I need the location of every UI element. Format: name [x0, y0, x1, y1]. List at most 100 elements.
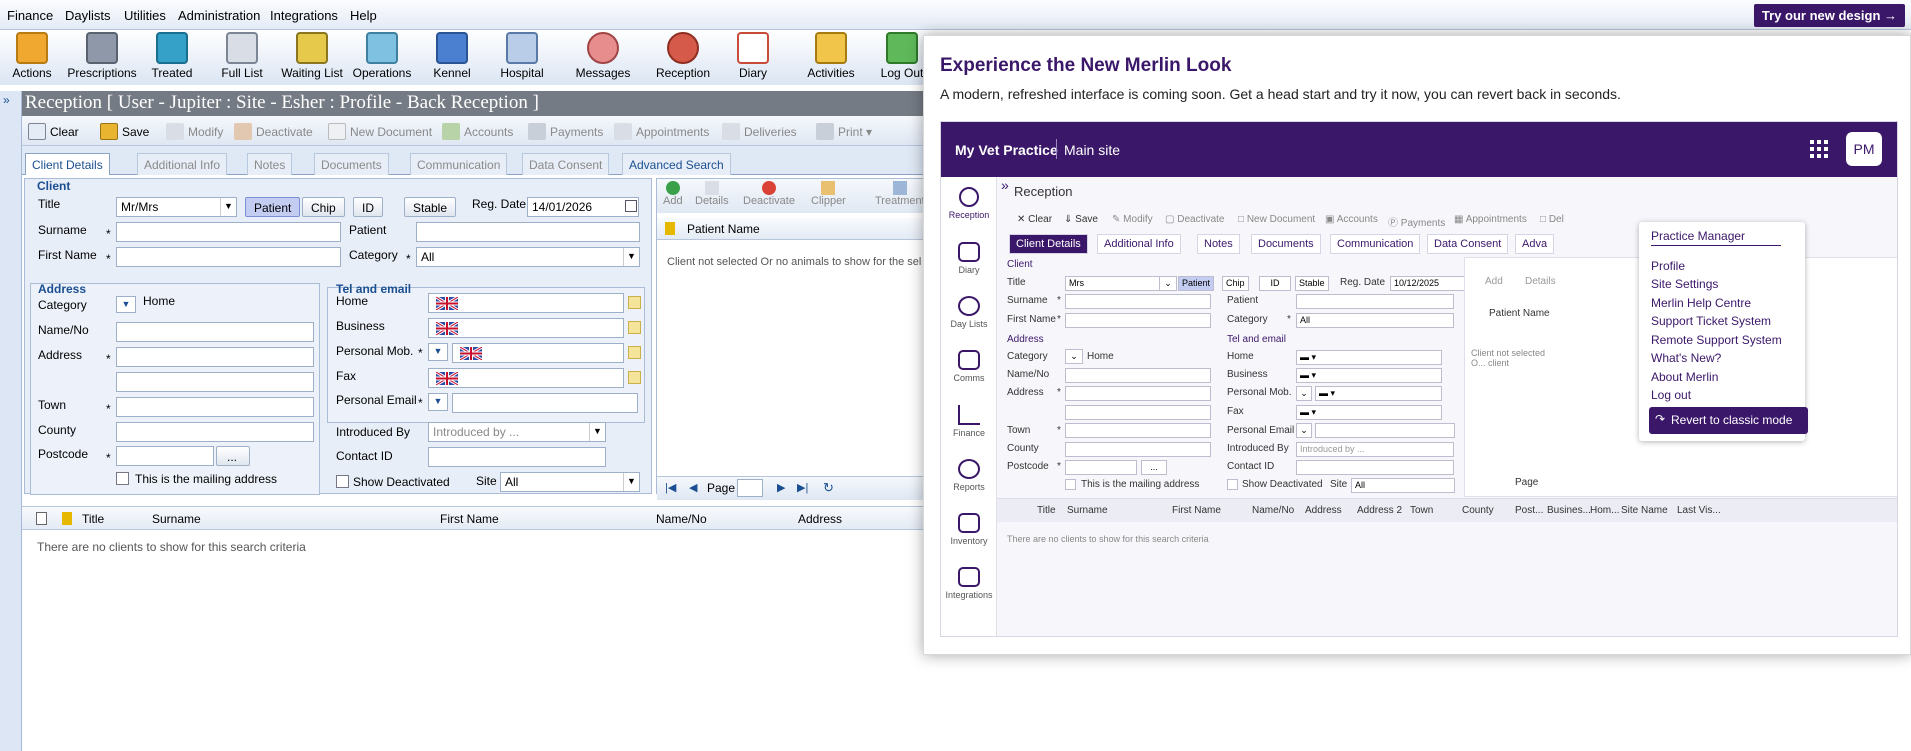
note-icon[interactable] — [628, 296, 641, 309]
contact-id-field[interactable] — [428, 447, 606, 467]
save-button[interactable]: Save — [100, 123, 149, 140]
expand-icon[interactable]: » — [3, 93, 10, 107]
page-number-field[interactable] — [737, 479, 763, 497]
tab-additional-info[interactable]: Additional Info — [137, 153, 228, 175]
introduced-by-select[interactable]: Introduced by ... ▼ — [428, 422, 606, 442]
menu-daylists[interactable]: Daylists — [65, 8, 111, 23]
name-no-field[interactable] — [116, 322, 314, 342]
note-icon[interactable] — [628, 346, 641, 359]
first-page-icon[interactable]: |◀ — [665, 481, 676, 494]
mailing-address-checkbox[interactable] — [116, 472, 129, 485]
county-field[interactable] — [116, 422, 314, 442]
tab-notes[interactable]: Notes — [247, 153, 293, 175]
category-dropdown-button[interactable]: ▼ — [116, 296, 136, 313]
show-deactivated-checkbox[interactable] — [336, 475, 349, 488]
menu-profile[interactable]: Profile — [1651, 259, 1685, 273]
site-select[interactable]: All ▼ — [500, 472, 640, 492]
patient-toggle[interactable]: Patient — [245, 197, 301, 217]
uk-flag-icon[interactable] — [436, 297, 458, 310]
next-page-icon[interactable]: ▶ — [777, 481, 785, 494]
surname-field[interactable] — [116, 222, 341, 242]
address-line1-field[interactable] — [116, 347, 314, 367]
revert-classic-button[interactable]: ↷ Revert to classic mode — [1649, 407, 1808, 434]
toolbar-operations[interactable]: Operations — [342, 32, 422, 80]
deliveries-button[interactable]: Deliveries — [722, 123, 797, 140]
detail-tabs: Client Details Additional Info Notes Doc… — [22, 146, 1022, 175]
patient-deactivate-button[interactable]: Deactivate — [743, 181, 795, 207]
clipper-button[interactable]: Clipper — [811, 181, 846, 207]
last-page-icon[interactable]: ▶| — [797, 481, 808, 494]
reg-date-field[interactable]: 14/01/2026 — [527, 197, 639, 217]
accounts-button[interactable]: Accounts — [442, 123, 513, 140]
calendar-icon[interactable] — [625, 200, 637, 212]
tab-advanced-search[interactable]: Advanced Search — [622, 153, 731, 175]
tab-documents[interactable]: Documents — [314, 153, 389, 175]
patient-name-column[interactable]: Patient Name — [687, 222, 760, 236]
id-toggle[interactable]: ID — [353, 197, 383, 217]
menu-support-ticket[interactable]: Support Ticket System — [1651, 314, 1771, 328]
column-first-name[interactable]: First Name — [440, 512, 499, 526]
menu-utilities[interactable]: Utilities — [124, 8, 166, 23]
tab-communication[interactable]: Communication — [410, 153, 508, 175]
toolbar-waiting-list[interactable]: Waiting List — [272, 32, 352, 80]
email-type-dropdown[interactable]: ▼ — [428, 393, 448, 411]
postcode-lookup-button[interactable]: ... — [216, 446, 250, 466]
menu-log-out[interactable]: Log out — [1651, 388, 1691, 402]
clear-button[interactable]: Clear — [28, 123, 79, 140]
first-name-field[interactable] — [116, 247, 341, 267]
town-label: Town — [38, 398, 67, 412]
patient-field[interactable] — [416, 222, 640, 242]
column-title[interactable]: Title — [82, 512, 104, 526]
email-field[interactable] — [452, 393, 638, 413]
payments-button[interactable]: Payments — [528, 123, 603, 140]
toolbar-hospital[interactable]: Hospital — [482, 32, 562, 80]
menu-administration[interactable]: Administration — [178, 8, 260, 23]
column-surname[interactable]: Surname — [152, 512, 201, 526]
category-select[interactable]: All ▼ — [416, 247, 640, 267]
menu-integrations[interactable]: Integrations — [270, 8, 338, 23]
stable-toggle[interactable]: Stable — [404, 197, 457, 217]
print-button[interactable]: Print ▾ — [816, 123, 872, 140]
note-icon[interactable] — [628, 371, 641, 384]
menu-site-settings[interactable]: Site Settings — [1651, 277, 1718, 291]
uk-flag-icon[interactable] — [436, 322, 458, 335]
mobile-type-dropdown[interactable]: ▼ — [428, 343, 448, 361]
tab-client-details[interactable]: Client Details — [25, 153, 110, 175]
menu-help-centre[interactable]: Merlin Help Centre — [1651, 296, 1751, 310]
toolbar-prescriptions[interactable]: Prescriptions — [62, 32, 142, 80]
menu-finance[interactable]: Finance — [7, 8, 53, 23]
uk-flag-icon[interactable] — [436, 372, 458, 385]
toolbar-treated[interactable]: Treated — [132, 32, 212, 80]
new-document-button[interactable]: New Document — [328, 123, 432, 140]
menu-remote-support[interactable]: Remote Support System — [1651, 333, 1782, 347]
town-field[interactable] — [116, 397, 314, 417]
column-address[interactable]: Address — [798, 512, 842, 526]
toolbar-activities[interactable]: Activities — [791, 32, 871, 80]
new-design-preview[interactable]: My Vet Practice Main site PM Reception D… — [940, 121, 1898, 637]
title-select[interactable]: Mr/Mrs ▼ — [116, 197, 237, 217]
deactivate-button[interactable]: Deactivate — [234, 123, 313, 140]
refresh-icon[interactable]: ↻ — [823, 480, 834, 496]
previous-page-icon[interactable]: ◀ — [689, 481, 697, 494]
add-patient-button[interactable]: Add — [663, 181, 683, 207]
note-icon[interactable] — [628, 321, 641, 334]
toolbar-diary[interactable]: Diary — [713, 32, 793, 80]
patient-details-button[interactable]: Details — [695, 181, 729, 207]
try-new-design-button[interactable]: Try our new design → — [1753, 4, 1905, 27]
column-name-no[interactable]: Name/No — [656, 512, 707, 526]
toolbar-full-list[interactable]: Full List — [202, 32, 282, 80]
uk-flag-icon[interactable] — [460, 347, 482, 360]
chip-toggle[interactable]: Chip — [302, 197, 345, 217]
toolbar-messages[interactable]: Messages — [563, 32, 643, 80]
treatment-button[interactable]: Treatment — [875, 181, 925, 207]
tab-data-consent[interactable]: Data Consent — [522, 153, 610, 175]
address-line2-field[interactable] — [116, 372, 314, 392]
menu-about[interactable]: About Merlin — [1651, 370, 1718, 384]
toolbar-kennel[interactable]: Kennel — [412, 32, 492, 80]
postcode-field[interactable] — [116, 446, 214, 466]
toolbar-reception[interactable]: Reception — [643, 32, 723, 80]
modify-button[interactable]: Modify — [166, 123, 223, 140]
appointments-button[interactable]: Appointments — [614, 123, 709, 140]
menu-help[interactable]: Help — [350, 8, 377, 23]
menu-whats-new[interactable]: What's New? — [1651, 351, 1721, 365]
